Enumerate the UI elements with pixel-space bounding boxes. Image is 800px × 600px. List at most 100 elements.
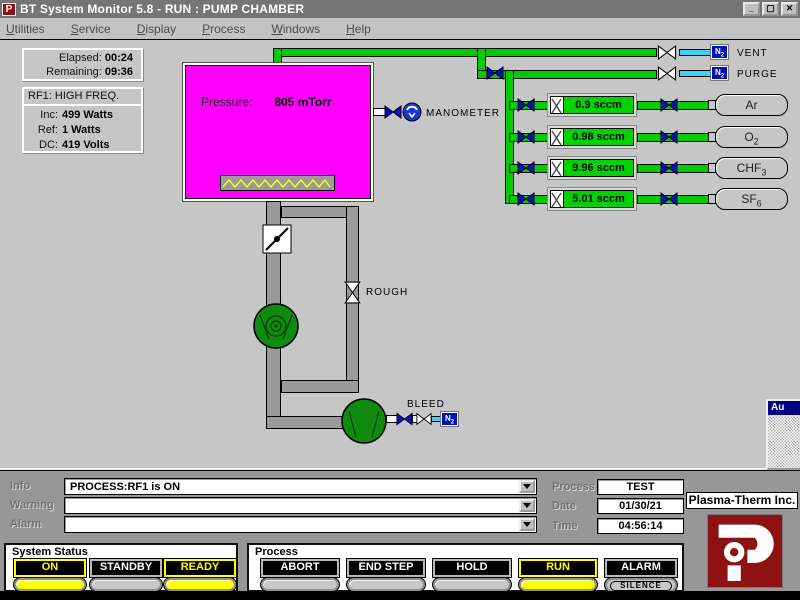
end-step-lamp [347, 578, 425, 591]
bypass-bottom-pipe [281, 380, 359, 393]
bleed-n2-badge: N2 [441, 412, 458, 426]
chevron-down-icon [523, 522, 531, 531]
run-button[interactable]: RUN [519, 559, 597, 577]
alarm-value [65, 517, 536, 519]
company-logo [707, 514, 783, 588]
app-icon: P [2, 3, 16, 16]
rf1-inc-label: Inc: [24, 108, 58, 123]
on-button[interactable]: ON [14, 559, 86, 577]
plasma-therm-p-icon [708, 515, 782, 587]
rf1-title: RF1: HIGH FREQ. [24, 89, 141, 106]
rough-label: ROUGH [366, 287, 408, 298]
purge-label: PURGE [737, 69, 778, 80]
gas3-flow-readout: 9.96 sccm [564, 160, 633, 176]
rf1-inc-value: 499 Watts [62, 108, 139, 123]
vent-line-pipe [273, 48, 657, 57]
gas2-mfc-x-icon [551, 129, 564, 145]
date-label: Date [552, 500, 576, 512]
warning-dropdown-button[interactable] [519, 499, 535, 512]
vent-n2-pipe [679, 49, 712, 56]
end-step-button[interactable]: END STEP [347, 559, 425, 577]
info-combobox[interactable]: PROCESS:RF1 is ON [64, 478, 537, 495]
pressure-label: Pressure: [201, 95, 252, 109]
bleed-valve-2-icon [416, 412, 432, 431]
schematic-area: Elapsed: 00:24 Remaining: 09:36 RF1: HIG… [0, 41, 800, 470]
aux-window[interactable]: Au [766, 399, 800, 470]
gas3-mfc-x-icon [551, 160, 564, 176]
gas3-mfc: 9.96 sccm [547, 156, 637, 180]
rf1-box: RF1: HIGH FREQ. Inc:499 Watts Ref:1 Watt… [22, 87, 143, 153]
system-status-title: System Status [12, 546, 88, 558]
menu-help[interactable]: Help [346, 22, 371, 36]
gas2-flow-readout: 0.98 sccm [564, 129, 633, 145]
alarm-combobox[interactable] [64, 516, 537, 533]
maximize-button[interactable]: ▢ [762, 2, 779, 16]
on-lamp [14, 578, 86, 591]
timer-box: Elapsed: 00:24 Remaining: 09:36 [22, 48, 143, 81]
alarm-button[interactable]: ALARM [605, 559, 677, 577]
menu-bar: Utilities Service Display Process Window… [0, 18, 800, 40]
menu-utilities[interactable]: Utilities [6, 22, 45, 36]
chevron-down-icon [523, 503, 531, 512]
ready-button[interactable]: READY [164, 559, 236, 577]
turbo-pump-icon [253, 303, 299, 354]
menu-process[interactable]: Process [202, 22, 245, 36]
manometer-valve-icon [384, 105, 402, 124]
bleed-label: BLEED [407, 399, 445, 410]
roughing-pipe [266, 416, 351, 429]
purge-n2-badge: N2 [711, 66, 728, 80]
close-button[interactable]: ✕ [781, 2, 798, 16]
gas1-flow-readout: 0.9 sccm [564, 97, 633, 113]
info-label: Info [10, 480, 30, 492]
alarm-label: Alarm [10, 518, 41, 530]
purge-n2-pipe [679, 70, 712, 77]
elapsed-value: 00:24 [105, 52, 133, 64]
company-name: Plasma-Therm Inc. [686, 492, 798, 509]
standby-button[interactable]: STANDBY [90, 559, 162, 577]
gas2-valve-in-icon [517, 130, 535, 149]
menu-windows[interactable]: Windows [271, 22, 320, 36]
process-name-label: Process [552, 481, 595, 493]
silence-button[interactable]: SILENCE [605, 578, 677, 592]
gas4-mfc: 5.01 sccm [547, 187, 637, 211]
menu-service[interactable]: Service [71, 22, 111, 36]
pressure-value: 805 mTorr [274, 95, 331, 109]
window-title: BT System Monitor 5.8 - RUN : PUMP CHAMB… [20, 2, 741, 16]
hold-lamp [433, 578, 511, 591]
electrode [220, 175, 335, 191]
chamber-inlet-pipe [273, 48, 282, 64]
gate-valve-icon [262, 224, 292, 259]
hold-button[interactable]: HOLD [433, 559, 511, 577]
gas2-mfc: 0.98 sccm [547, 125, 637, 149]
vent-label: VENT [737, 48, 768, 59]
elapsed-label: Elapsed: [59, 52, 102, 64]
manometer-gauge-icon [402, 102, 422, 127]
process-group-title: Process [255, 546, 298, 558]
alarm-dropdown-button[interactable] [519, 518, 535, 531]
manometer-label: MANOMETER [426, 108, 500, 119]
gas4-mfc-x-icon [551, 191, 564, 207]
abort-button[interactable]: ABORT [261, 559, 339, 577]
chevron-down-icon [523, 484, 531, 493]
run-lamp [519, 578, 597, 591]
gas1-valve-out-icon [660, 98, 678, 117]
standby-lamp [90, 578, 162, 591]
bottom-divider [0, 591, 800, 600]
title-bar: P BT System Monitor 5.8 - RUN : PUMP CHA… [0, 0, 800, 18]
bypass-top-pipe [281, 206, 353, 218]
time-label: Time [552, 520, 577, 532]
process-chamber: Pressure: 805 mTorr [183, 63, 373, 201]
system-status-group: System Status ON STANDBY READY [4, 543, 238, 592]
gas1-valve-in-icon [517, 98, 535, 117]
time-value: 04:56:14 [597, 518, 684, 534]
ready-lamp [164, 578, 236, 591]
warning-combobox[interactable] [64, 497, 537, 514]
gas2-cylinder: O2 [715, 126, 788, 148]
warning-label: Warning [10, 499, 54, 511]
minimize-button[interactable]: _ [743, 2, 760, 16]
gas1-mfc-x-icon [551, 97, 564, 113]
info-dropdown-button[interactable] [519, 480, 535, 493]
info-value: PROCESS:RF1 is ON [65, 479, 536, 493]
menu-display[interactable]: Display [137, 22, 176, 36]
gas1-cylinder: Ar [715, 94, 788, 116]
